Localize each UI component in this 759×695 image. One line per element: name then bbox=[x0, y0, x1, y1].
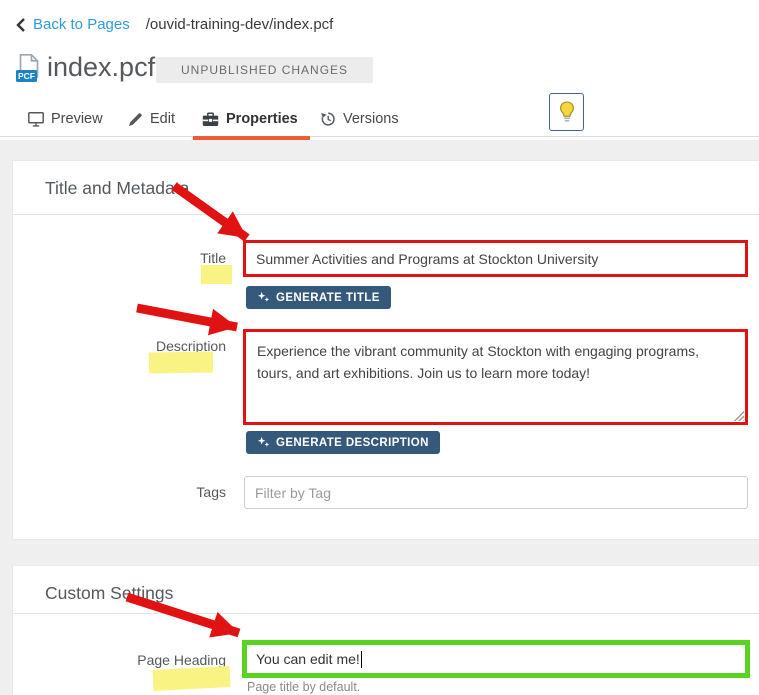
tab-label: Preview bbox=[51, 111, 103, 127]
section-custom-settings: Custom Settings Page Heading You can edi… bbox=[12, 565, 759, 695]
generate-title-button[interactable]: GENERATE TITLE bbox=[246, 286, 391, 309]
page-heading-value: You can edit me! bbox=[256, 651, 360, 667]
description-textarea[interactable] bbox=[246, 332, 745, 422]
page-heading-help-text: Page title by default. bbox=[247, 680, 360, 694]
pencil-icon bbox=[128, 112, 143, 127]
tab-label: Edit bbox=[150, 111, 175, 127]
pcf-file-icon: PCF bbox=[15, 53, 42, 84]
toolbox-icon bbox=[202, 112, 219, 127]
tags-label: Tags bbox=[13, 484, 226, 500]
title-input[interactable] bbox=[243, 240, 748, 277]
tags-input[interactable] bbox=[244, 476, 748, 509]
generate-title-label: GENERATE TITLE bbox=[276, 292, 380, 304]
title-highlight-annotation bbox=[201, 265, 232, 284]
back-chevron-icon bbox=[16, 18, 25, 32]
description-field-outline bbox=[243, 329, 748, 425]
generate-description-button[interactable]: GENERATE DESCRIPTION bbox=[246, 431, 440, 454]
page-heading-highlight-annotation bbox=[153, 666, 231, 691]
text-caret bbox=[361, 651, 363, 668]
section-divider bbox=[13, 613, 759, 614]
svg-text:PCF: PCF bbox=[18, 71, 35, 81]
back-to-pages-link[interactable]: Back to Pages bbox=[33, 16, 130, 33]
unpublished-changes-badge: UNPUBLISHED CHANGES bbox=[156, 57, 373, 83]
page-heading-input[interactable]: You can edit me! bbox=[242, 640, 750, 678]
breadcrumb: /ouvid-training-dev/index.pcf bbox=[146, 16, 334, 33]
tab-properties[interactable]: Properties bbox=[202, 105, 298, 133]
tab-label: Properties bbox=[226, 111, 298, 127]
tab-preview[interactable]: Preview bbox=[28, 105, 103, 133]
tabbar-divider bbox=[0, 136, 759, 137]
title-label: Title bbox=[13, 250, 226, 266]
monitor-icon bbox=[28, 112, 44, 127]
page-title: index.pcf bbox=[47, 52, 155, 83]
tab-label: Versions bbox=[343, 111, 399, 127]
description-highlight-annotation bbox=[149, 351, 213, 373]
section-title-and-metadata: Title and Metadata Title GENERATE TITLE … bbox=[12, 160, 759, 540]
tab-edit[interactable]: Edit bbox=[128, 105, 175, 133]
history-icon bbox=[320, 111, 336, 127]
back-row: Back to Pages /ouvid-training-dev/index.… bbox=[16, 16, 333, 33]
lightbulb-icon bbox=[559, 101, 575, 124]
properties-page: Back to Pages /ouvid-training-dev/index.… bbox=[0, 0, 759, 695]
lightbulb-button[interactable] bbox=[549, 93, 584, 131]
sparkle-icon bbox=[257, 436, 270, 449]
section-heading: Custom Settings bbox=[45, 583, 173, 604]
page-heading-label: Page Heading bbox=[13, 652, 226, 668]
section-heading: Title and Metadata bbox=[45, 178, 189, 199]
generate-description-label: GENERATE DESCRIPTION bbox=[276, 437, 429, 449]
tab-versions[interactable]: Versions bbox=[320, 105, 399, 133]
section-divider bbox=[13, 214, 759, 215]
sparkle-icon bbox=[257, 291, 270, 304]
